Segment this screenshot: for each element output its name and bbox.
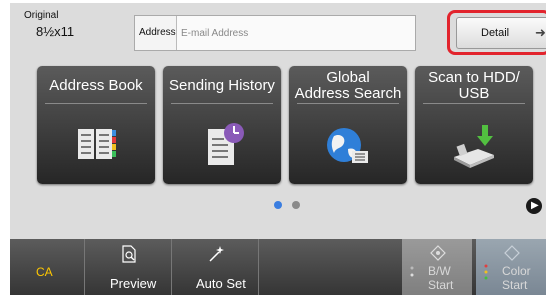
tile-divider <box>297 103 399 104</box>
page-indicator-active[interactable] <box>274 201 282 209</box>
start-diamond-icon <box>430 245 446 261</box>
email-address-input[interactable] <box>176 16 415 50</box>
original-size-value: 8½x11 <box>36 24 75 39</box>
tile-divider <box>171 103 273 104</box>
scan-to-hdd-usb-tile[interactable]: Scan to HDD/ USB <box>415 66 533 184</box>
address-field-container: Address <box>134 15 416 51</box>
original-label: Original <box>24 10 59 21</box>
global-address-search-label-line1: Global <box>326 69 370 86</box>
global-address-search-tile[interactable]: Global Address Search <box>289 66 407 184</box>
bw-indicator-icon <box>410 266 414 277</box>
auto-set-button[interactable]: Auto Set <box>172 239 258 295</box>
tile-divider <box>423 103 525 104</box>
start-diamond-icon <box>504 245 520 261</box>
bw-label: B/W <box>428 264 451 278</box>
address-label: Address <box>139 27 176 38</box>
history-clock-icon <box>208 123 244 165</box>
preview-button[interactable]: Preview <box>85 239 171 295</box>
bar-divider <box>258 239 259 295</box>
magic-wand-icon <box>209 246 224 262</box>
globe-icon <box>327 128 368 163</box>
play-arrow-icon: ▶ <box>531 200 539 211</box>
sending-history-label: Sending History <box>169 77 275 94</box>
address-book-icon <box>78 129 116 159</box>
next-page-button[interactable]: ▶ <box>526 198 542 214</box>
auto-set-label: Auto Set <box>196 276 246 291</box>
scanner-screen: Original 8½x11 Address Detail ➜ Address … <box>10 3 546 295</box>
color-start-text: Start <box>502 278 528 292</box>
bw-start-label: B/W Start <box>428 264 453 292</box>
clear-all-button[interactable]: CA <box>36 265 53 279</box>
color-start-button[interactable]: Color Start <box>476 239 546 295</box>
color-indicator-icon <box>484 264 488 280</box>
detail-button[interactable]: Detail ➜ <box>456 17 546 49</box>
address-book-label: Address Book <box>49 77 143 94</box>
sending-history-tile[interactable]: Sending History <box>163 66 281 184</box>
bw-start-text: Start <box>428 278 454 292</box>
arrow-right-icon: ➜ <box>535 25 546 40</box>
usb-drive-icon <box>454 125 494 168</box>
address-book-tile[interactable]: Address Book <box>37 66 155 184</box>
page-indicator[interactable] <box>292 201 300 209</box>
scan-to-hdd-usb-label-line2: USB <box>458 85 490 102</box>
preview-icon <box>122 245 136 263</box>
scan-to-hdd-usb-label-line1: Scan to HDD/ <box>428 69 520 86</box>
global-address-search-label-line2: Address Search <box>294 85 402 102</box>
bw-start-button[interactable]: B/W Start <box>402 239 472 295</box>
preview-label: Preview <box>110 276 157 291</box>
color-label: Color <box>502 264 531 278</box>
detail-label: Detail <box>481 27 510 39</box>
color-start-label: Color Start <box>502 264 531 292</box>
original-size[interactable]: Original 8½x11 <box>24 10 94 39</box>
tile-divider <box>45 103 147 104</box>
